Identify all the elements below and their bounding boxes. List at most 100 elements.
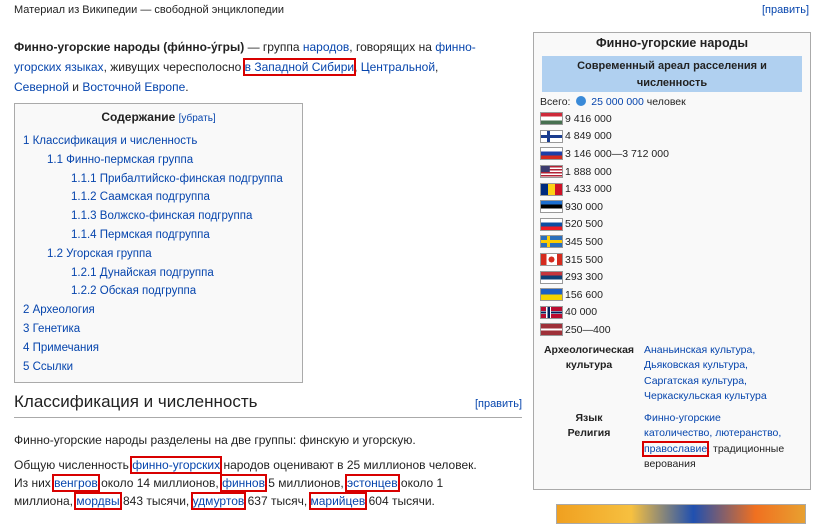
- toc-item: 1.1.2 Саамская подгруппа: [23, 188, 294, 207]
- edit-link-top[interactable]: [править]: [762, 4, 809, 16]
- total-value-link[interactable]: 25 000 000: [591, 96, 644, 108]
- language-link[interactable]: Финно-угорские: [644, 411, 804, 427]
- language-row: Язык Финно-угорские: [534, 411, 810, 427]
- archaeology-culture-link[interactable]: Черкаскульская культура: [644, 389, 804, 405]
- archaeology-row: Археологическая культура Ананьинская кул…: [534, 343, 810, 405]
- population-row: 520 500: [540, 216, 810, 234]
- population-value: 40 000: [565, 306, 598, 319]
- toc-item: 3 Генетика: [23, 320, 294, 339]
- toc-link[interactable]: 1.2.2 Обская подгруппа: [71, 285, 196, 297]
- intro-text: .: [185, 80, 189, 94]
- toc-link[interactable]: 4 Примечания: [23, 342, 99, 354]
- flag-slovakia-icon[interactable]: [540, 217, 563, 231]
- toc-link[interactable]: 1 Классификация и численность: [23, 135, 197, 147]
- archaeology-culture-link[interactable]: Дьяковская культура,: [644, 358, 804, 374]
- link-western-siberia[interactable]: в Западной Сибири: [242, 58, 357, 76]
- flag-hungary-icon[interactable]: [540, 112, 563, 126]
- toc-link[interactable]: 1.1.1 Прибалтийско-финская подгруппа: [71, 173, 283, 185]
- population-value: 1 433 000: [565, 183, 612, 196]
- archaeology-culture-link[interactable]: Ананьинская культура,: [644, 343, 804, 359]
- toc-item: 1.1.1 Прибалтийско-финская подгруппа: [23, 170, 294, 189]
- flag-canada-icon[interactable]: [540, 253, 563, 267]
- text: 843 тысячи,: [119, 494, 193, 508]
- toc-item: 1.2.1 Дунайская подгруппа: [23, 264, 294, 283]
- toc-link[interactable]: 1.1 Финно-пермская группа: [47, 154, 193, 166]
- link-catholic-lutheran[interactable]: католичество, лютеранство,: [644, 427, 781, 439]
- toc-link[interactable]: 2 Археология: [23, 304, 95, 316]
- toc-toggle-link[interactable]: [убрать]: [179, 113, 216, 124]
- flag-romania-icon[interactable]: [540, 182, 563, 196]
- toc-item: 1.1.3 Волжско-финская подгруппа: [23, 207, 294, 226]
- link-finns[interactable]: финнов: [220, 474, 267, 492]
- link-finno-ugric[interactable]: финно-угорских: [130, 456, 223, 474]
- population-row: 1 888 000: [540, 163, 810, 181]
- flag-usa-icon[interactable]: [540, 165, 563, 179]
- text: народов оценивают в 25 миллионов человек…: [220, 458, 477, 472]
- link-orthodoxy[interactable]: православие: [641, 440, 710, 457]
- population-row: 40 000: [540, 304, 810, 322]
- toc-item: 5 Ссылки: [23, 358, 294, 377]
- link-peoples[interactable]: народов: [303, 40, 349, 54]
- total-label: Всего:: [540, 96, 571, 108]
- toc-item: 1.2.2 Обская подгруппа: [23, 282, 294, 301]
- archaeology-label: Археологическая культура: [543, 343, 635, 372]
- flag-estonia-icon[interactable]: [540, 200, 563, 214]
- text: Из них: [14, 476, 55, 490]
- population-value: 156 600: [565, 288, 603, 301]
- intro-text: ,: [435, 60, 439, 74]
- text: Общую численность: [14, 458, 133, 472]
- flag-latvia-icon[interactable]: [540, 323, 563, 337]
- toc-item: 2 Археология: [23, 301, 294, 320]
- population-value: 9 416 000: [565, 112, 612, 125]
- toc-item: 1.1.4 Пермская подгруппа: [23, 226, 294, 245]
- flag-ukraine-icon[interactable]: [540, 288, 563, 302]
- flag-finland-icon[interactable]: [540, 129, 563, 143]
- population-value: 520 500: [565, 218, 603, 231]
- intro-text: , живущих чересполосно: [103, 60, 245, 74]
- religion-row: Религия католичество, лютеранство, правос…: [534, 426, 810, 473]
- text: 5 миллионов,: [264, 476, 347, 490]
- link-estonians[interactable]: эстонцев: [345, 474, 400, 492]
- link-udmurts[interactable]: удмуртов: [190, 492, 247, 510]
- toc-item: 1 Классификация и численность: [23, 132, 294, 151]
- section-edit-link[interactable]: [править]: [475, 398, 522, 410]
- section-heading: Классификация и численность [править]: [14, 392, 522, 418]
- intro-text: , говорящих на: [349, 40, 436, 54]
- population-row: 1 433 000: [540, 180, 810, 198]
- population-value: 1 888 000: [565, 165, 612, 178]
- flag-serbia-icon[interactable]: [540, 270, 563, 284]
- toc-list: 1 Классификация и численность 1.1 Финно-п…: [23, 132, 294, 376]
- population-value: 4 849 000: [565, 130, 612, 143]
- link-central[interactable]: Центральной: [361, 60, 435, 74]
- flag-sweden-icon[interactable]: [540, 235, 563, 249]
- toc-link[interactable]: 1.1.3 Волжско-финская подгруппа: [71, 210, 252, 222]
- intro-paragraph: Финно-угорские народы (фи́нно-у́гры) — г…: [14, 37, 519, 97]
- toc-link[interactable]: 1.1.4 Пермская подгруппа: [71, 229, 210, 241]
- link-hungarians[interactable]: венгров: [52, 474, 100, 492]
- infobox-title: Финно-угорские народы: [595, 36, 749, 50]
- map-image[interactable]: [556, 504, 806, 524]
- toc-item: 1.2 Угорская группа: [23, 245, 294, 264]
- link-mordvins[interactable]: мордвы: [74, 492, 122, 510]
- text: 637 тысяч,: [244, 494, 311, 508]
- link-northern[interactable]: Северной: [14, 80, 69, 94]
- total-unit: человек: [646, 96, 686, 108]
- population-value: 250—400: [565, 323, 611, 336]
- language-label: Язык: [575, 411, 603, 424]
- link-mari[interactable]: марийцев: [308, 492, 368, 510]
- toc-link[interactable]: 3 Генетика: [23, 323, 80, 335]
- flag-russia-icon[interactable]: [540, 147, 563, 161]
- total-population: Всего: 25 000 000 человек: [540, 96, 810, 110]
- toc-link[interactable]: 1.2 Угорская группа: [47, 248, 152, 260]
- toc-link[interactable]: 1.2.1 Дунайская подгруппа: [71, 267, 214, 279]
- population-row: 345 500: [540, 233, 810, 251]
- flag-norway-icon[interactable]: [540, 305, 563, 319]
- population-row: 4 849 000: [540, 128, 810, 146]
- toc-link[interactable]: 1.1.2 Саамская подгруппа: [71, 191, 210, 203]
- population-value: 293 300: [565, 271, 603, 284]
- archaeology-culture-link[interactable]: Саргатская культура,: [644, 374, 804, 390]
- toc-link[interactable]: 5 Ссылки: [23, 361, 73, 373]
- link-eastern-europe[interactable]: Восточной Европе: [82, 80, 185, 94]
- population-list: 9 416 000 4 849 000 3 146 000—3 712 000 1 8…: [534, 110, 810, 339]
- paragraph-groups: Финно-угорские народы разделены на две г…: [14, 433, 416, 447]
